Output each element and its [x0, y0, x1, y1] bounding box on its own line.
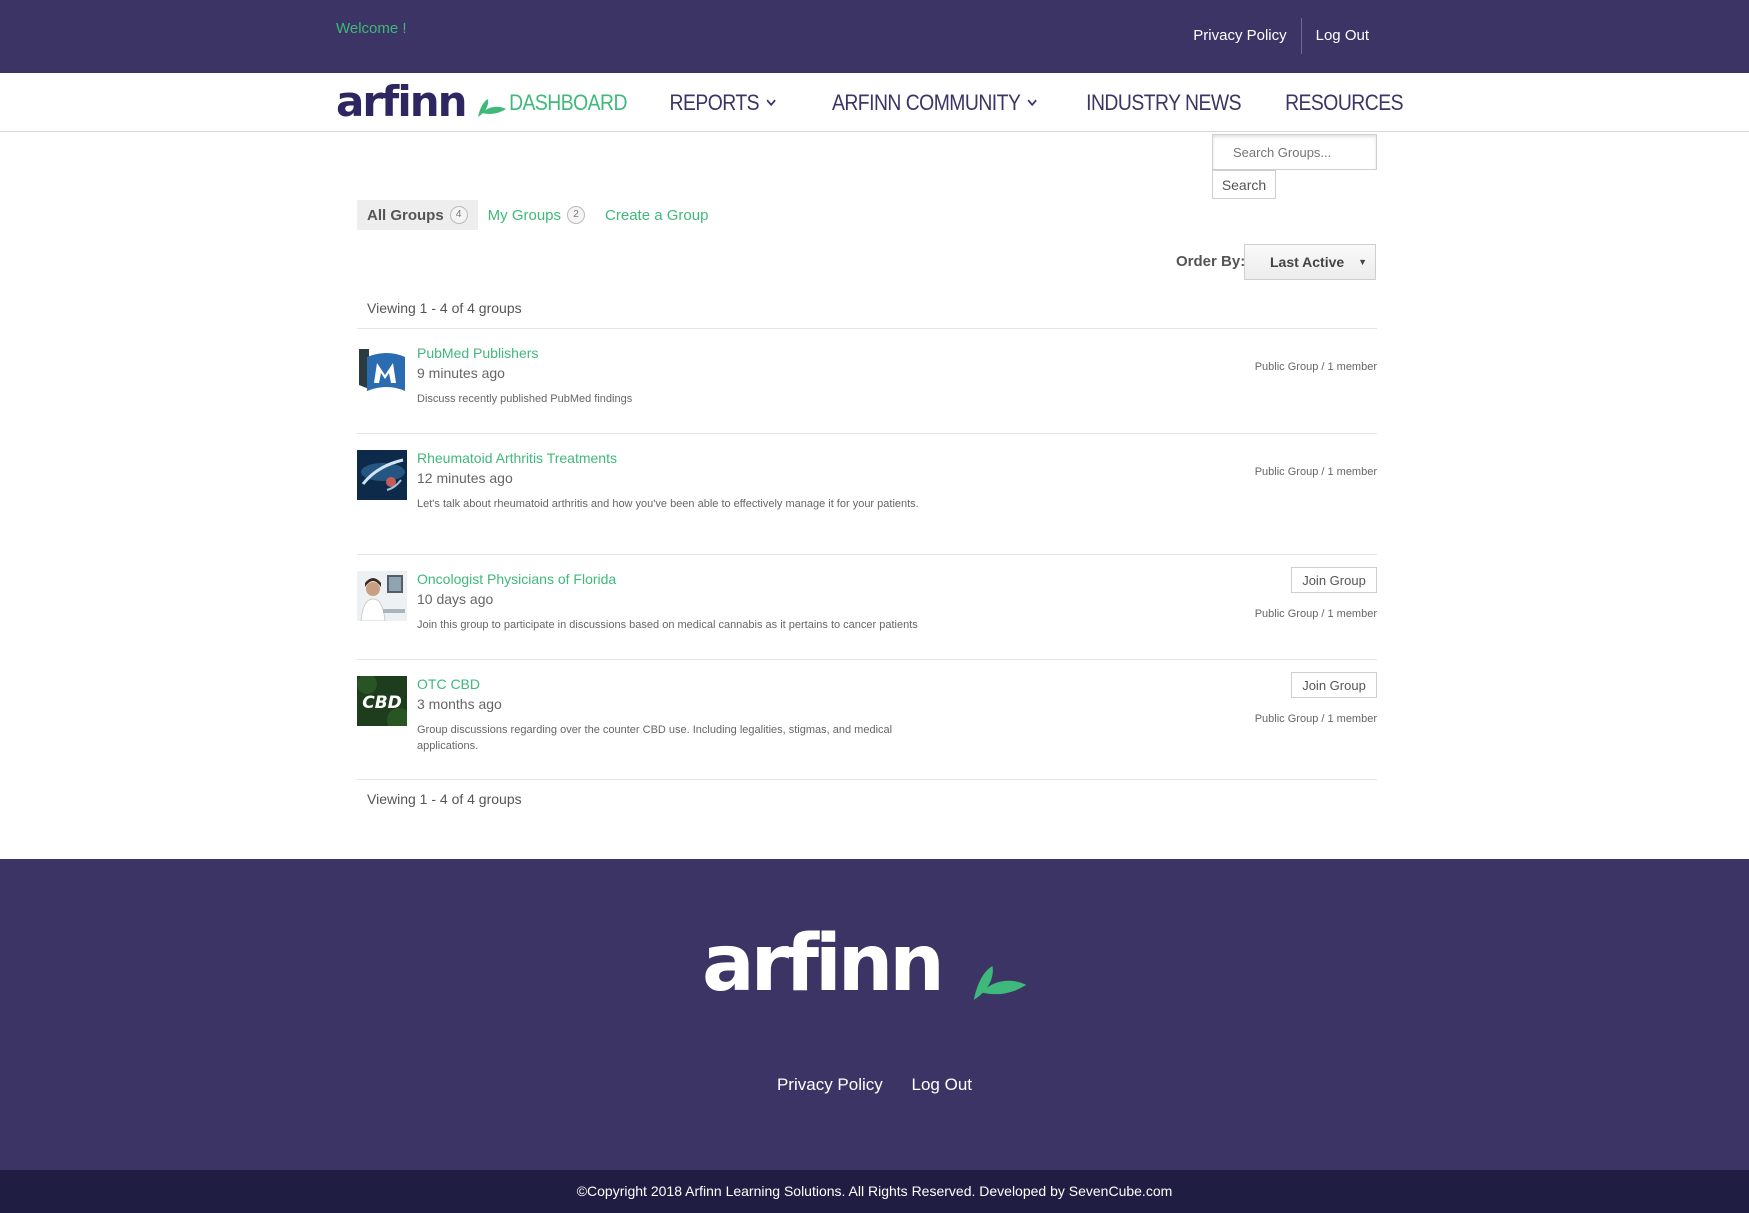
search-button[interactable]: Search — [1212, 170, 1276, 199]
tab-label: My Groups — [487, 206, 562, 224]
tab-label: All Groups — [367, 206, 444, 224]
group-meta: Public Group / 1 member — [1254, 361, 1377, 373]
count-badge: 2 — [567, 206, 586, 224]
join-group-button[interactable]: Join Group — [1291, 567, 1377, 593]
list-item: CBD OTC CBD 3 months ago Group discussio… — [357, 659, 1377, 780]
tab-all-groups[interactable]: All Groups 4 — [357, 200, 478, 230]
footer-log-out-link[interactable]: Log Out — [912, 1075, 973, 1094]
list-item: PubMed Publishers 9 minutes ago Discuss … — [357, 328, 1377, 433]
nav-reports[interactable]: REPORTS — [670, 90, 776, 116]
welcome-text: Welcome ! — [336, 20, 407, 37]
top-links: Privacy Policy Log Out — [1179, 18, 1383, 54]
chevron-down-icon — [766, 99, 776, 107]
nav-label: ARFINN COMMUNITY — [831, 89, 1021, 115]
nav-label: INDUSTRY NEWS — [1086, 89, 1242, 115]
logo[interactable]: arfinn — [336, 77, 506, 127]
footer-logo[interactable]: arfinn — [702, 919, 1027, 1009]
group-avatar[interactable] — [357, 571, 407, 621]
group-avatar[interactable] — [357, 450, 407, 500]
group-description: Group discussions regarding over the cou… — [417, 724, 893, 752]
nav-industry-news[interactable]: INDUSTRY NEWS — [1086, 90, 1241, 116]
tab-create-group[interactable]: Create a Group — [595, 200, 718, 230]
footer-links: Privacy Policy Log Out — [0, 1075, 1749, 1095]
nav-arfinn-community[interactable]: ARFINN COMMUNITY — [832, 90, 1037, 116]
group-name-link[interactable]: Oncologist Physicians of Florida — [417, 571, 616, 587]
group-meta: Public Group / 1 member — [1254, 466, 1377, 478]
order-by-label: Order By: — [1176, 253, 1246, 270]
order-selected-value: Last Active — [1270, 254, 1345, 270]
group-description: Join this group to participate in discus… — [417, 619, 918, 631]
group-description: Let's talk about rheumatoid arthritis an… — [417, 498, 919, 510]
group-description: Discuss recently published PubMed findin… — [417, 393, 633, 405]
tab-my-groups[interactable]: My Groups 2 — [478, 200, 595, 230]
log-out-link[interactable]: Log Out — [1302, 18, 1383, 54]
order-by-select[interactable]: Last Active ▼ — [1244, 244, 1376, 280]
nav-label: REPORTS — [669, 89, 760, 115]
list-item: Rheumatoid Arthritis Treatments 12 minut… — [357, 433, 1377, 554]
groups-list: PubMed Publishers 9 minutes ago Discuss … — [357, 328, 1377, 780]
group-last-active: 12 minutes ago — [417, 470, 513, 486]
nav-label: RESOURCES — [1285, 89, 1403, 115]
group-last-active: 9 minutes ago — [417, 365, 505, 381]
group-avatar[interactable] — [357, 345, 407, 395]
footer-privacy-policy-link[interactable]: Privacy Policy — [777, 1075, 883, 1094]
footer: arfinn Privacy Policy Log Out — [0, 859, 1749, 1170]
group-name-link[interactable]: OTC CBD — [417, 676, 480, 692]
top-bar: Welcome ! Privacy Policy Log Out — [0, 0, 1749, 73]
select-arrow-icon: ▼ — [1358, 257, 1367, 267]
main-header: arfinn DASHBOARD REPORTS ARFINN COMMUNIT… — [0, 73, 1749, 132]
group-last-active: 3 months ago — [417, 696, 502, 712]
join-group-button[interactable]: Join Group — [1291, 672, 1377, 698]
leaf-icon — [973, 966, 1027, 1000]
avatar-text: CBD — [362, 693, 402, 713]
group-last-active: 10 days ago — [417, 591, 494, 607]
tab-label: Create a Group — [605, 206, 709, 224]
group-tabs: All Groups 4 My Groups 2 Create a Group — [357, 200, 718, 230]
viewing-count-bottom: Viewing 1 - 4 of 4 groups — [367, 791, 522, 807]
list-item: Oncologist Physicians of Florida 10 days… — [357, 554, 1377, 659]
search-groups-input[interactable] — [1212, 134, 1377, 170]
group-name-link[interactable]: Rheumatoid Arthritis Treatments — [417, 450, 617, 466]
group-name-link[interactable]: PubMed Publishers — [417, 345, 538, 361]
footer-logo-text: arfinn — [702, 919, 945, 1009]
privacy-policy-link[interactable]: Privacy Policy — [1179, 18, 1300, 54]
group-meta: Public Group / 1 member — [1254, 608, 1377, 620]
logo-text: arfinn — [336, 77, 468, 126]
nav-dashboard[interactable]: DASHBOARD — [509, 90, 627, 116]
copyright-bar: ©Copyright 2018 Arfinn Learning Solution… — [0, 1170, 1749, 1213]
chevron-down-icon — [1027, 99, 1037, 107]
nav-label: DASHBOARD — [509, 89, 628, 115]
group-avatar[interactable]: CBD — [357, 676, 407, 726]
count-badge: 4 — [449, 206, 468, 224]
main-nav: DASHBOARD REPORTS ARFINN COMMUNITY INDUS… — [465, 73, 1403, 132]
viewing-count-top: Viewing 1 - 4 of 4 groups — [367, 300, 522, 316]
nav-resources[interactable]: RESOURCES — [1285, 90, 1403, 116]
group-meta: Public Group / 1 member — [1254, 713, 1377, 725]
